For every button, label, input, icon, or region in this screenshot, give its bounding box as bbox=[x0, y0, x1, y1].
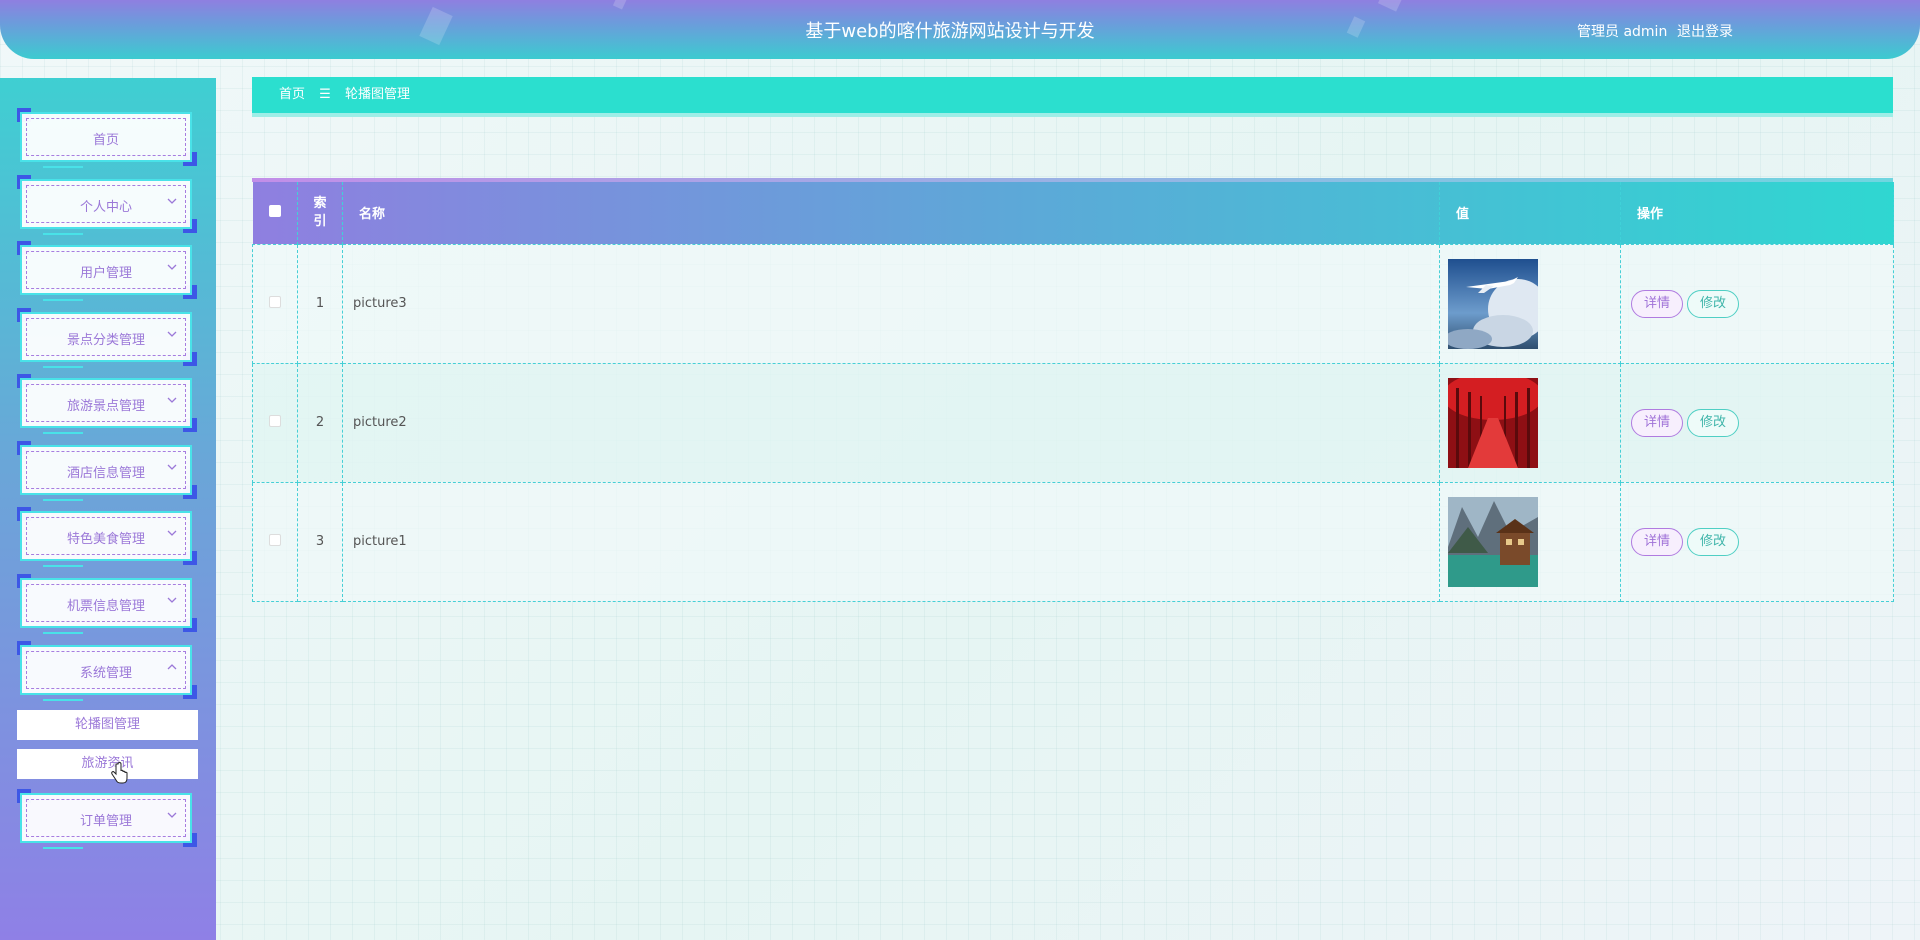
carousel-table: 索 引 名称 值 操作 1 picture3 详情 修改 2 picture2 … bbox=[252, 178, 1894, 602]
row-checkbox[interactable] bbox=[269, 414, 281, 427]
select-all-header bbox=[252, 182, 298, 244]
table-row: 2 picture2 详情 修改 bbox=[252, 362, 1894, 483]
breadcrumb-home[interactable]: 首页 bbox=[279, 87, 305, 102]
sidebar-item-label: 景点分类管理 bbox=[66, 333, 145, 348]
row-checkbox[interactable] bbox=[269, 533, 281, 546]
sidebar-item-label: 首页 bbox=[92, 133, 119, 148]
sidebar-item-food-management[interactable]: 特色美食管理 bbox=[17, 507, 197, 567]
chevron-down-icon bbox=[167, 331, 177, 337]
row-name: picture1 bbox=[342, 481, 1440, 602]
current-user: 管理员 admin bbox=[1577, 24, 1668, 40]
sidebar-item-label: 旅游景点管理 bbox=[66, 399, 145, 414]
column-header-name: 名称 bbox=[342, 182, 1440, 244]
row-index: 1 bbox=[297, 243, 343, 364]
table-header-row: 索 引 名称 值 操作 bbox=[252, 182, 1894, 244]
airplane-clouds-image bbox=[1448, 258, 1538, 349]
edit-button[interactable]: 修改 bbox=[1687, 527, 1740, 556]
sidebar-item-label: 个人中心 bbox=[79, 200, 132, 215]
menu-separator-icon: ☰ bbox=[319, 87, 331, 102]
sidebar-item-label: 酒店信息管理 bbox=[66, 466, 145, 481]
row-name: picture2 bbox=[342, 362, 1440, 483]
sidebar: 首页 个人中心 用户管理 景点分类管理 旅游景点管理 酒店信息管理 特色美食管理… bbox=[0, 78, 216, 940]
breadcrumb-current: 轮播图管理 bbox=[344, 87, 410, 102]
sidebar-item-label: 特色美食管理 bbox=[66, 532, 145, 547]
chevron-up-icon bbox=[167, 664, 177, 670]
row-index: 2 bbox=[297, 362, 343, 483]
sidebar-item-label: 用户管理 bbox=[79, 266, 132, 281]
chevron-down-icon bbox=[167, 397, 177, 403]
breadcrumb: 首页 ☰ 轮播图管理 bbox=[252, 77, 1893, 117]
sidebar-item-user-management[interactable]: 用户管理 bbox=[17, 241, 197, 301]
table-row: 1 picture3 详情 修改 bbox=[252, 243, 1894, 364]
top-header: 基于web的喀什旅游网站设计与开发 管理员 admin 退出登录 bbox=[0, 0, 1920, 59]
sidebar-item-ticket-management[interactable]: 机票信息管理 bbox=[17, 574, 197, 634]
chevron-down-icon bbox=[167, 812, 177, 818]
chevron-down-icon bbox=[167, 597, 177, 603]
sidebar-item-category-management[interactable]: 景点分类管理 bbox=[17, 308, 197, 368]
sidebar-item-label: 订单管理 bbox=[79, 814, 132, 829]
sidebar-item-label: 系统管理 bbox=[79, 666, 132, 681]
sidebar-item-label: 机票信息管理 bbox=[66, 599, 145, 614]
detail-button[interactable]: 详情 bbox=[1631, 527, 1684, 556]
edit-button[interactable]: 修改 bbox=[1687, 289, 1740, 318]
logout-link[interactable]: 退出登录 bbox=[1677, 21, 1733, 41]
sidebar-item-home[interactable]: 首页 bbox=[17, 108, 197, 168]
row-name: picture3 bbox=[342, 243, 1440, 364]
hand-cursor-icon bbox=[111, 762, 128, 784]
sidebar-item-personal-center[interactable]: 个人中心 bbox=[17, 175, 197, 235]
edit-button[interactable]: 修改 bbox=[1687, 408, 1740, 437]
select-all-checkbox[interactable] bbox=[268, 204, 281, 217]
sidebar-subitem-carousel[interactable]: 轮播图管理 bbox=[17, 710, 198, 740]
detail-button[interactable]: 详情 bbox=[1631, 408, 1684, 437]
chevron-down-icon bbox=[167, 464, 177, 470]
sidebar-item-system-management[interactable]: 系统管理 bbox=[17, 641, 197, 701]
red-forest-path-image bbox=[1448, 377, 1538, 468]
table-row: 3 picture1 详情 修改 bbox=[252, 481, 1894, 602]
sidebar-subitem-travel-news[interactable]: 旅游资讯 bbox=[17, 749, 198, 779]
sidebar-item-attraction-management[interactable]: 旅游景点管理 bbox=[17, 374, 197, 434]
column-header-actions: 操作 bbox=[1620, 182, 1894, 244]
detail-button[interactable]: 详情 bbox=[1631, 289, 1684, 318]
mountain-lake-house-image bbox=[1448, 496, 1538, 587]
row-index: 3 bbox=[297, 481, 343, 602]
sidebar-item-hotel-management[interactable]: 酒店信息管理 bbox=[17, 441, 197, 501]
sidebar-item-order-management[interactable]: 订单管理 bbox=[17, 789, 197, 849]
column-header-value: 值 bbox=[1439, 182, 1621, 244]
row-checkbox[interactable] bbox=[269, 295, 281, 308]
column-header-index: 索 引 bbox=[297, 182, 343, 244]
chevron-down-icon bbox=[167, 198, 177, 204]
chevron-down-icon bbox=[167, 530, 177, 536]
chevron-down-icon bbox=[167, 264, 177, 270]
